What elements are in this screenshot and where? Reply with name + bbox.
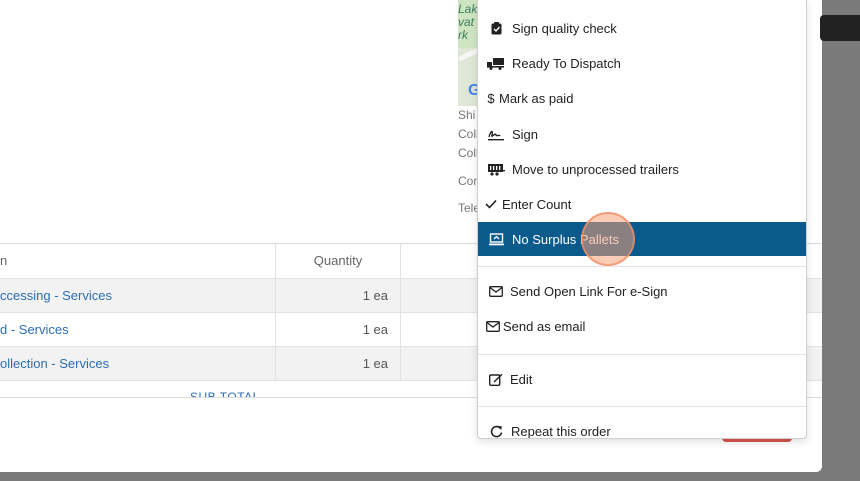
pallet-icon — [485, 232, 507, 246]
map-label: Lak — [458, 2, 478, 16]
menu-item-mark-as-paid[interactable]: $ Mark as paid — [478, 81, 806, 115]
envelope-icon — [485, 285, 507, 297]
menu-item-label: Ready To Dispatch — [512, 55, 621, 71]
menu-divider — [478, 354, 806, 355]
address-line: Shi — [458, 108, 476, 122]
subtotal-label: SUB TOTAL — [190, 390, 260, 398]
menu-item-label: Send as email — [503, 318, 586, 334]
address-line: Coll — [458, 146, 478, 160]
menu-divider — [478, 266, 806, 267]
menu-item-label: No Surplus Pallets — [512, 231, 619, 247]
menu-item-sign[interactable]: Sign — [478, 117, 806, 151]
menu-item-label: Send Open Link For e-Sign — [510, 283, 668, 299]
menu-item-enter-count[interactable]: Enter Count — [478, 187, 806, 221]
address-line: Tele — [458, 201, 478, 215]
actions-dropdown-menu: Sign quality check Ready To Dispatch $ M… — [477, 0, 807, 439]
trailer-icon — [485, 163, 507, 176]
item-quantity: 1 ea — [275, 347, 401, 380]
column-header-item: n — [0, 253, 8, 268]
column-header-quantity: Quantity — [275, 244, 401, 278]
address-line: Con — [458, 174, 478, 188]
map-label: vat — [458, 15, 475, 29]
menu-divider — [478, 406, 806, 407]
menu-item-label: Sign — [512, 126, 539, 142]
dollar-icon: $ — [487, 90, 495, 106]
menu-item-send-as-email[interactable]: Send as email — [478, 309, 806, 343]
menu-item-label: Mark as paid — [499, 90, 574, 106]
menu-item-label: Edit — [510, 371, 533, 387]
item-quantity: 1 ea — [275, 279, 401, 312]
envelope-icon — [486, 320, 500, 332]
dark-action-button[interactable] — [820, 15, 860, 41]
item-link[interactable]: ollection - Services — [0, 347, 275, 380]
item-link[interactable]: ccessing - Services — [0, 279, 275, 312]
address-line: Coll — [458, 127, 478, 141]
menu-item-send-open-link-for-e-sign[interactable]: Send Open Link For e-Sign — [478, 274, 806, 308]
item-quantity: 1 ea — [275, 313, 401, 346]
truck-loading-icon — [485, 57, 507, 70]
menu-item-label: Sign quality check — [512, 20, 617, 36]
clipboard-check-icon — [485, 21, 507, 35]
menu-item-label: Move to unprocessed trailers — [512, 161, 679, 177]
menu-item-edit[interactable]: Edit — [478, 362, 806, 396]
menu-item-label: Enter Count — [502, 196, 572, 212]
menu-item-repeat-this-order[interactable]: Repeat this order — [478, 414, 806, 439]
redo-icon — [485, 425, 507, 438]
menu-item-move-to-unprocessed-trailers[interactable]: Move to unprocessed trailers — [478, 152, 806, 186]
menu-item-no-surplus-pallets[interactable]: No Surplus Pallets — [478, 222, 806, 256]
signature-icon — [485, 128, 507, 141]
menu-item-sign-quality-check[interactable]: Sign quality check — [478, 11, 806, 45]
menu-item-label: Repeat this order — [511, 423, 611, 439]
menu-item-ready-to-dispatch[interactable]: Ready To Dispatch — [478, 46, 806, 80]
map-label: rk — [458, 28, 468, 42]
item-link[interactable]: d - Services — [0, 313, 275, 346]
check-icon — [485, 199, 497, 209]
edit-icon — [485, 373, 507, 386]
